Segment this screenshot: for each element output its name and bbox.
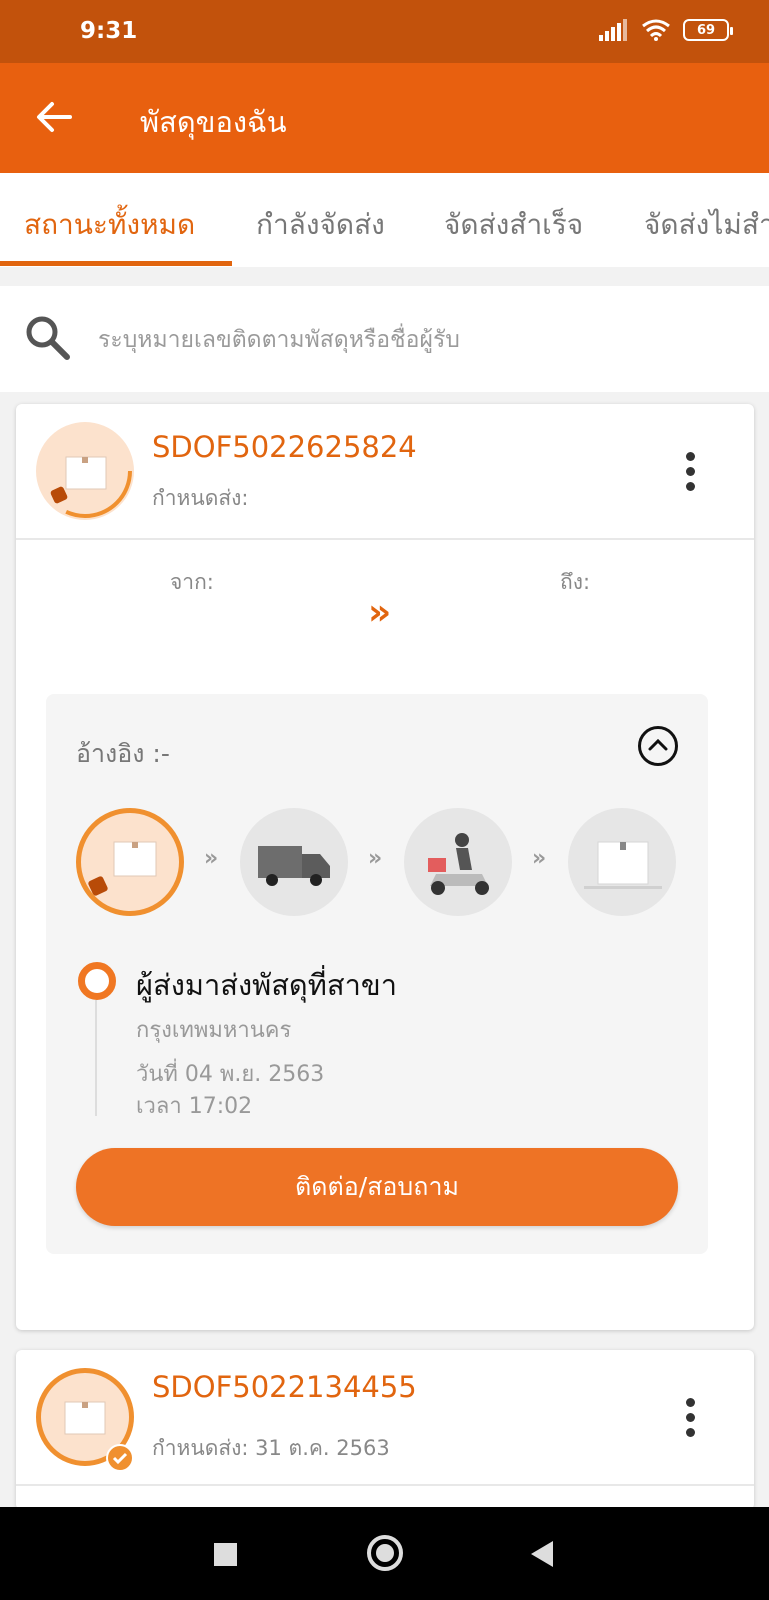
step-separator: » — [204, 846, 219, 871]
event-time: เวลา 17:02 — [136, 1094, 253, 1119]
due-date: กำหนดส่ง: 31 ต.ค. 2563 — [152, 1436, 390, 1460]
step-delivered-box-icon — [568, 808, 676, 916]
status-bar: 9:31 69 — [0, 0, 769, 63]
tracking-number: SDOF5022134455 — [152, 1370, 417, 1404]
event-title: ผู้ส่งมาส่งพัสดุที่สาขา — [136, 968, 397, 1002]
event-location: กรุงเทพมหานคร — [136, 1018, 292, 1043]
wifi-icon — [642, 19, 670, 41]
parcel-box-icon — [38, 424, 132, 518]
check-badge-icon — [106, 1444, 134, 1472]
step-truck-icon — [240, 808, 348, 916]
contact-button[interactable]: ติดต่อ/สอบถาม — [76, 1148, 678, 1226]
search-icon — [26, 316, 70, 360]
back-triangle-icon[interactable] — [531, 1541, 553, 1567]
route-arrows-icon: » — [368, 592, 391, 633]
tracking-number: SDOF5022625824 — [152, 430, 417, 464]
parcel-avatar — [36, 422, 134, 520]
shipment-card[interactable]: SDOF5022625824 กำหนดส่ง: จาก: ถึง: » อ้า… — [16, 404, 754, 1330]
timeline-dot — [78, 962, 116, 1000]
to-label: ถึง: — [560, 570, 591, 594]
step-dropoff-icon — [76, 808, 184, 916]
from-label: จาก: — [170, 570, 214, 594]
card-divider — [16, 1484, 754, 1486]
app-bar: พัสดุของฉัน — [0, 63, 769, 173]
event-date: วันที่ 04 พ.ย. 2563 — [136, 1062, 325, 1087]
status-tabs: สถานะทั้งหมด กำลังจัดส่ง จัดส่งสำเร็จ จั… — [0, 173, 769, 267]
battery-level: 69 — [696, 22, 716, 38]
card-divider — [16, 538, 754, 540]
shipment-card[interactable]: SDOF5022134455 กำหนดส่ง: 31 ต.ค. 2563 — [16, 1350, 754, 1510]
more-options-icon[interactable] — [686, 1398, 696, 1438]
tab-delivered[interactable]: จัดส่งสำเร็จ — [444, 203, 583, 247]
search-input[interactable]: ระบุหมายเลขติดตามพัสดุหรือชื่อผู้รับ — [98, 322, 460, 358]
step-courier-icon — [404, 808, 512, 916]
tab-in-transit[interactable]: กำลังจัดส่ง — [256, 203, 385, 247]
more-options-icon[interactable] — [686, 452, 696, 492]
status-icons: 69 — [599, 18, 733, 42]
recent-apps-icon[interactable] — [214, 1543, 237, 1566]
home-icon[interactable] — [367, 1535, 403, 1571]
tracking-detail-panel: อ้างอิง :- » » » ผู้ส่งมาส่งพัสดุที่สาขา… — [46, 694, 708, 1254]
back-arrow-icon[interactable] — [34, 97, 74, 137]
step-separator: » — [368, 846, 383, 871]
page-title: พัสดุของฉัน — [140, 105, 287, 139]
system-nav-bar — [0, 1507, 769, 1600]
signal-icon — [599, 19, 627, 41]
collapse-chevron-up-icon[interactable] — [638, 726, 678, 766]
due-date: กำหนดส่ง: — [152, 486, 249, 510]
tab-all-status[interactable]: สถานะทั้งหมด — [24, 203, 195, 247]
active-tab-indicator — [0, 261, 232, 266]
tab-failed[interactable]: จัดส่งไม่สำ — [644, 203, 769, 247]
battery-icon: 69 — [683, 19, 733, 41]
reference-label: อ้างอิง :- — [76, 739, 170, 768]
timeline-line — [95, 1000, 97, 1116]
step-separator: » — [532, 846, 547, 871]
status-time: 9:31 — [80, 18, 138, 44]
search-bar[interactable]: ระบุหมายเลขติดตามพัสดุหรือชื่อผู้รับ — [0, 286, 769, 392]
